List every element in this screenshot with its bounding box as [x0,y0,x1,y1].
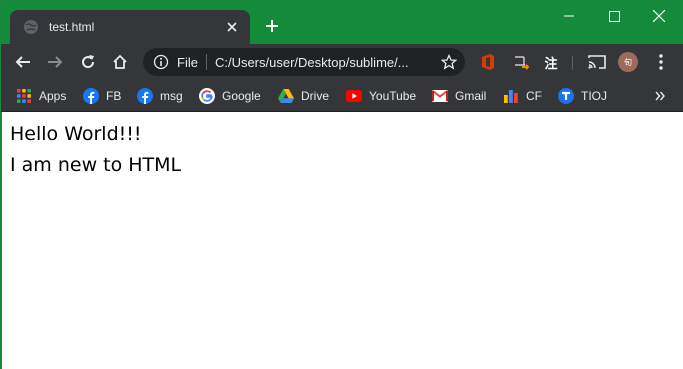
bookmark-label: msg [160,89,183,103]
omnibox-divider [205,54,207,70]
bookmark-label: Drive [301,89,330,103]
bookmark-cf[interactable]: CF [503,86,542,106]
content-line-1: Hello World!!! [10,123,142,145]
bookmark-label: YouTube [369,89,417,103]
profile-avatar[interactable]: 旬 [618,52,638,72]
toolbar-divider [572,56,573,70]
tab-test-html[interactable]: test.html [10,10,250,44]
new-tab-button[interactable] [261,15,283,37]
forward-button[interactable] [43,50,67,74]
cast-icon[interactable] [587,52,607,72]
content-line-2: I am new to HTML [10,154,182,176]
bookmark-star-icon[interactable] [441,54,457,70]
bookmark-tioj[interactable]: TIOJ [558,86,607,106]
google-icon [199,88,215,104]
facebook-icon [83,88,99,104]
maximize-icon[interactable] [592,1,636,31]
url-text[interactable]: C:/Users/user/Desktop/sublime/... [215,55,409,70]
globe-icon [23,19,39,35]
close-tab-icon[interactable] [222,17,242,37]
tab-title: test.html [49,20,95,34]
bookmark-label: TIOJ [581,89,607,103]
toolbar: File C:/Users/user/Desktop/sublime/... 注… [1,44,683,80]
more-bookmarks-icon[interactable] [651,86,669,106]
page-content: Hello World!!! I am new to HTML [2,112,683,369]
home-button[interactable] [108,50,132,74]
tioj-icon [558,88,574,104]
bookmark-label: FB [106,89,122,103]
gmail-icon [432,88,448,104]
browser-window: test.html File C:/Users/user/Desktop/sub… [0,0,683,369]
apps-grid-icon [16,88,32,104]
google-drive-icon [278,88,294,104]
minimize-icon[interactable] [547,1,591,31]
codeforces-icon [503,88,519,104]
bookmark-gmail[interactable]: Gmail [432,86,486,106]
office-icon[interactable] [478,52,498,72]
chinese-annotation-icon[interactable]: 注 [541,52,561,72]
close-window-icon[interactable] [637,1,681,31]
bookmark-label: Apps [39,89,67,103]
bookmark-label: Google [222,89,261,103]
menu-kebab-icon[interactable] [651,52,671,72]
scheme-label: File [177,54,198,70]
bookmark-apps[interactable]: Apps [16,86,66,106]
info-icon[interactable] [153,54,169,70]
bookmark-youtube[interactable]: YouTube [346,86,416,106]
youtube-icon [346,88,362,104]
bookmark-msg[interactable]: msg [137,86,183,106]
bookmark-google[interactable]: Google [199,86,261,106]
facebook-icon [137,88,153,104]
bookmark-label: CF [526,89,542,103]
back-button[interactable] [11,50,35,74]
bookmark-fb[interactable]: FB [83,86,121,106]
reload-button[interactable] [76,50,100,74]
address-bar[interactable]: File C:/Users/user/Desktop/sublime/... [143,48,465,76]
tab-strip: test.html [1,1,683,44]
bookmark-label: Gmail [455,89,487,103]
bookmark-drive[interactable]: Drive [278,86,329,106]
orange-extension-icon[interactable] [511,52,531,72]
bookmarks-bar: Apps FB msg Google Drive YouTube Gmail C… [1,80,683,112]
